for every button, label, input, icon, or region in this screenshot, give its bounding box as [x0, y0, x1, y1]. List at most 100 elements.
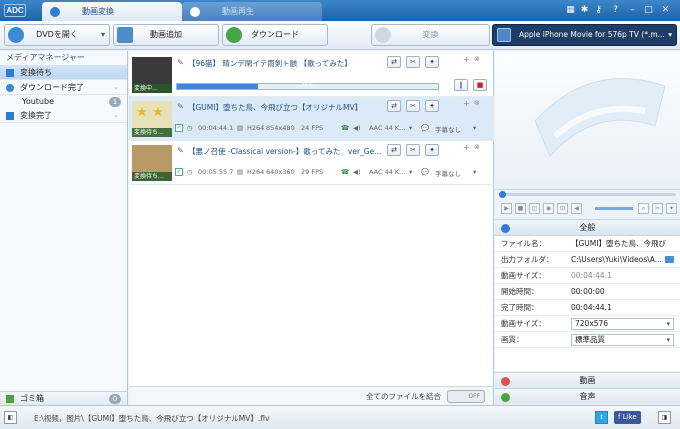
video-size-select[interactable]: 720x576 [571, 318, 674, 330]
pause-button[interactable]: ∥ [454, 79, 468, 91]
quality-select[interactable]: 標準品質 [571, 334, 674, 346]
effects-button[interactable]: ✦ [425, 56, 439, 68]
video-thumbnail[interactable]: 変換中... [132, 57, 172, 93]
edit-icon[interactable]: ✎ [177, 58, 184, 67]
star-icon: ★ [152, 105, 164, 120]
subtitle-dropdown-icon[interactable]: ▾ [473, 168, 476, 176]
output-folder-value: C:\Users\Yuki\Videos\A... [571, 255, 661, 264]
audio-section-header[interactable]: 音声 [495, 388, 680, 404]
property-key: 完了時間： [501, 303, 539, 312]
convert-settings-button[interactable]: ⇄ [387, 56, 401, 68]
zoom-button[interactable]: ⌕ [638, 203, 649, 214]
play-button[interactable]: ▶ [501, 203, 512, 214]
tab-video-play[interactable]: 動画再生 [182, 2, 322, 21]
facebook-like-button[interactable]: f Like [614, 411, 641, 424]
start-time-value[interactable]: 00:00:00 [571, 284, 674, 300]
help-icon[interactable]: ? [610, 5, 621, 16]
tab-video-convert[interactable]: 動画変換 [42, 2, 182, 21]
cut-button[interactable]: ✂ [406, 56, 420, 68]
subtitle-dropdown-icon[interactable]: ▾ [473, 124, 476, 132]
remove-icon[interactable]: ⊗ [474, 99, 480, 107]
folder-icon[interactable] [665, 256, 674, 263]
thumbnail-status: 変換中... [132, 84, 172, 93]
close-icon[interactable]: ✕ [660, 5, 671, 16]
add-icon[interactable]: + [463, 99, 470, 108]
sidebar-item-label: ゴミ箱 [20, 394, 44, 403]
chevron-down-icon[interactable]: ⌄ [113, 80, 119, 95]
twitter-icon[interactable]: t [595, 411, 608, 424]
subtitle-icon: 💬 [421, 124, 430, 132]
video-thumbnail[interactable]: ★ ★ 変換待ち... [132, 101, 172, 137]
cut-button[interactable]: ✂ [406, 100, 420, 112]
list-item[interactable]: 変換待ち... ✎ 【悪ノ召使 -Classical version-】歌ってみ… [129, 141, 494, 185]
convert-settings-button[interactable]: ⇄ [387, 144, 401, 156]
effects-button[interactable]: ✦ [425, 100, 439, 112]
subtitle-value[interactable]: 字幕なし [435, 168, 461, 178]
general-section-header[interactable]: 全般 [495, 220, 680, 236]
include-checkbox[interactable]: ✓ [175, 124, 183, 132]
convert-button[interactable]: 変換 [371, 24, 490, 46]
key-icon[interactable]: ⚷ [593, 5, 604, 16]
list-icon [6, 69, 14, 77]
audio-dropdown-icon[interactable]: ▾ [409, 124, 412, 132]
convert-tab-icon [50, 7, 60, 17]
snapshot-button[interactable]: ◫ [529, 203, 540, 214]
property-row: 出力フォルダ： C:\Users\Yuki\Videos\A... [495, 252, 680, 268]
volume-slider[interactable] [595, 207, 633, 210]
fullscreen-button[interactable]: ⊡ [557, 203, 568, 214]
remove-icon[interactable]: ⊗ [474, 143, 480, 151]
edit-icon[interactable]: ✎ [177, 146, 184, 155]
subtitle-value[interactable]: 字幕なし [435, 124, 461, 134]
seek-bar[interactable] [499, 191, 676, 198]
section-label: 動画 [579, 376, 596, 385]
list-item[interactable]: 変換中... ✎ 【96猫】 晴ンデ閑イテ雨剣ト骸 【歌ってみた】 ⇄ ✂ ✦ … [129, 53, 494, 97]
sidebar-item-pending[interactable]: 変換待ち [0, 65, 127, 80]
record-button[interactable]: ◉ [543, 203, 554, 214]
effects-button[interactable]: ✦ [425, 144, 439, 156]
open-dvd-button[interactable]: DVDを開く ▾ [4, 24, 110, 46]
include-checkbox[interactable]: ✓ [175, 168, 183, 176]
add-video-button[interactable]: 動画追加 [113, 24, 219, 46]
cut-button[interactable]: ✂ [406, 144, 420, 156]
stop-button[interactable]: ■ [515, 203, 526, 214]
chevron-down-icon[interactable]: ▾ [101, 25, 105, 45]
file-list: 変換中... ✎ 【96猫】 晴ンデ閑イテ雨剣ト骸 【歌ってみた】 ⇄ ✂ ✦ … [129, 51, 494, 386]
video-thumbnail[interactable]: 変換待ち... [132, 145, 172, 181]
toggle-left-panel-icon[interactable]: ◧ [4, 411, 17, 424]
list-item[interactable]: ★ ★ 変換待ち... ✎ 【GUMI】堕ちた鳥、今飛び立つ【オリジナルMV】 … [129, 97, 494, 141]
sidebar-header: メディアマネージャー [6, 53, 85, 62]
chevron-down-icon[interactable]: ⌄ [113, 108, 119, 123]
merge-toggle[interactable]: OFF [447, 390, 485, 403]
convert-settings-button[interactable]: ⇄ [387, 100, 401, 112]
mute-button[interactable]: ◀ [571, 203, 582, 214]
sidebar-item-downloaded[interactable]: ダウンロード完了 ⌄ [0, 80, 127, 95]
audio-value: AAC 44 K... [369, 168, 406, 176]
toggle-right-panel-icon[interactable]: ◨ [658, 411, 671, 424]
download-button[interactable]: ダウンロード [222, 24, 328, 46]
trash-icon [6, 395, 14, 403]
stop-button[interactable]: ■ [473, 79, 487, 91]
effects-icon[interactable]: ✦ [666, 203, 677, 214]
audio-dropdown-icon[interactable]: ▾ [409, 168, 412, 176]
maximize-icon[interactable]: □ [643, 5, 654, 16]
property-key: 画質： [501, 335, 524, 344]
property-key: 動画サイズ： [501, 271, 546, 280]
add-icon[interactable]: + [463, 143, 470, 152]
add-icon[interactable]: + [463, 55, 470, 64]
minimize-icon[interactable]: – [627, 5, 638, 16]
end-time-value[interactable]: 00:04:44.1 [571, 300, 674, 316]
sidebar-item-trash[interactable]: ゴミ箱 0 [0, 391, 127, 405]
edit-icon[interactable]: ✎ [177, 102, 184, 111]
properties-panel: 全般 ファイル名： 【GUMI】堕ちた鳥、今飛び 出力フォルダ： C:\User… [495, 219, 680, 371]
sidebar-item-converted[interactable]: 変換完了 ⌄ [0, 108, 127, 123]
cut-icon[interactable]: ✂ [652, 203, 663, 214]
device-profile-select[interactable]: Apple iPhone Movie for 576p TV (*.m... ▾ [492, 24, 677, 46]
video-section-header[interactable]: 動画 [495, 372, 680, 388]
settings-icon[interactable]: ✱ [579, 5, 590, 16]
sidebar-item-youtube[interactable]: Youtube 1 [0, 95, 127, 108]
remove-icon[interactable]: ⊗ [474, 55, 480, 63]
skin-icon[interactable]: ▦ [565, 5, 576, 16]
tab-label: 動画変換 [82, 7, 114, 16]
count-badge: 0 [109, 394, 121, 404]
seek-handle[interactable] [499, 191, 506, 198]
